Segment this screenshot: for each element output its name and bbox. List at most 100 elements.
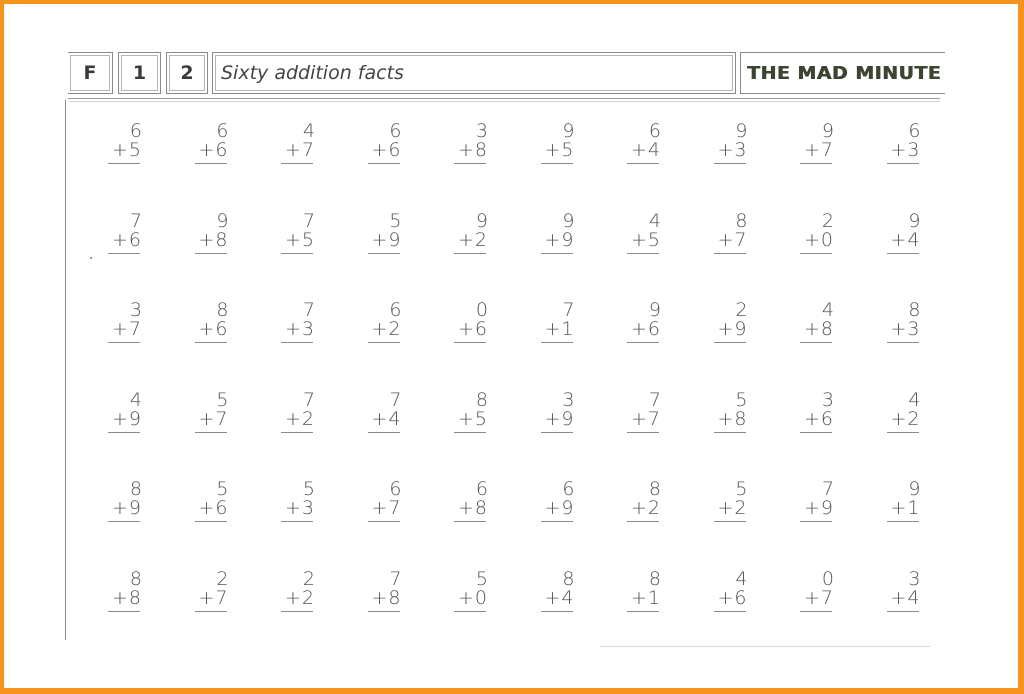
answer-line[interactable] [108,163,140,164]
answer-line[interactable] [713,163,746,164]
answer-line[interactable] [454,431,486,433]
answer-line[interactable] [367,342,400,343]
answer-line[interactable] [281,252,313,254]
addition-problem: 0 +6 [434,301,494,391]
addend-bottom-value: 8 [388,586,402,609]
addend-bottom: +9 [88,409,148,429]
addend-bottom-value: 8 [215,228,229,251]
answer-line[interactable] [540,163,573,164]
answer-line[interactable] [194,163,227,164]
plus-sign: + [111,497,129,519]
answer-line[interactable] [627,252,659,254]
answer-line[interactable] [886,252,919,254]
answer-line[interactable] [540,252,573,254]
plus-sign: + [717,586,735,609]
header-divider [68,98,940,99]
addend-bottom: +8 [780,320,840,339]
addend-bottom: +8 [434,141,494,160]
answer-line[interactable] [540,610,573,612]
answer-line[interactable] [194,252,227,254]
addition-problem: 7 +5 [261,211,321,302]
answer-line[interactable] [713,342,746,343]
answer-line[interactable] [540,342,573,343]
addition-problem: 9 +6 [607,301,667,391]
answer-line[interactable] [713,521,746,522]
answer-line[interactable] [627,431,659,433]
answer-line[interactable] [540,431,573,433]
answer-line[interactable] [108,610,140,612]
addend-bottom: +8 [434,499,494,518]
answer-line[interactable] [108,252,140,254]
answer-line[interactable] [108,342,140,343]
answer-line[interactable] [367,163,400,164]
worksheet-code-letter-box: F [68,52,113,94]
addend-bottom: +4 [867,228,927,251]
addend-bottom: +4 [607,141,667,160]
addend-bottom: +8 [88,588,148,608]
plus-sign: + [544,497,562,519]
answer-line[interactable] [886,431,919,433]
addend-bottom: +6 [175,141,235,160]
plus-sign: + [717,318,735,340]
plus-sign: + [198,497,216,519]
answer-line[interactable] [627,521,659,522]
answer-line[interactable] [281,163,313,164]
addend-bottom: +9 [521,409,581,429]
answer-line[interactable] [367,521,400,522]
answer-line[interactable] [454,610,486,612]
answer-line[interactable] [367,252,400,254]
addend-bottom: +1 [607,588,667,608]
answer-line[interactable] [194,342,227,343]
addition-problem: 5 +9 [348,211,408,302]
answer-line[interactable] [540,521,573,522]
addition-problem: 6 +3 [867,122,927,212]
answer-line[interactable] [800,431,832,433]
answer-line[interactable] [281,431,313,433]
addend-bottom-value: 5 [561,139,575,161]
addend-bottom-value: 9 [734,318,748,340]
plus-sign: + [284,318,302,340]
answer-line[interactable] [886,610,919,612]
answer-line[interactable] [281,610,313,612]
plus-sign: + [803,497,821,519]
addend-bottom-value: 4 [907,228,921,251]
answer-line[interactable] [627,163,659,164]
addition-problem: 7 +6 [88,211,148,302]
answer-line[interactable] [886,163,919,164]
answer-line[interactable] [367,610,400,612]
answer-line[interactable] [800,252,832,254]
addition-problem: 9 +7 [780,122,840,212]
answer-line[interactable] [367,431,400,433]
answer-line[interactable] [800,521,832,522]
addend-bottom-value: 5 [301,228,315,251]
addition-problem: 5 +3 [261,480,321,570]
answer-line[interactable] [281,342,313,343]
addition-problem: 3 +6 [780,390,840,481]
answer-line[interactable] [800,342,832,343]
answer-line[interactable] [194,431,227,433]
answer-line[interactable] [108,521,140,522]
answer-line[interactable] [800,610,832,612]
answer-line[interactable] [713,610,746,612]
answer-line[interactable] [281,521,313,522]
addend-bottom-value: 2 [301,407,315,430]
answer-line[interactable] [713,252,746,254]
answer-line[interactable] [454,521,486,522]
answer-line[interactable] [454,342,486,343]
answer-line[interactable] [800,163,832,164]
answer-line[interactable] [713,431,746,433]
answer-line[interactable] [886,521,919,522]
answer-line[interactable] [886,342,919,343]
worksheet-code-letter: F [83,62,97,84]
answer-line[interactable] [454,163,486,164]
addition-problem: 8 +5 [434,390,494,481]
answer-line[interactable] [194,521,227,522]
answer-line[interactable] [194,610,227,612]
addend-bottom: +3 [867,320,927,339]
answer-line[interactable] [627,342,659,343]
addition-problem: 2 +2 [261,569,321,660]
answer-line[interactable] [454,252,486,254]
answer-line[interactable] [108,431,140,433]
plus-sign: + [544,586,562,609]
answer-line[interactable] [627,610,659,612]
